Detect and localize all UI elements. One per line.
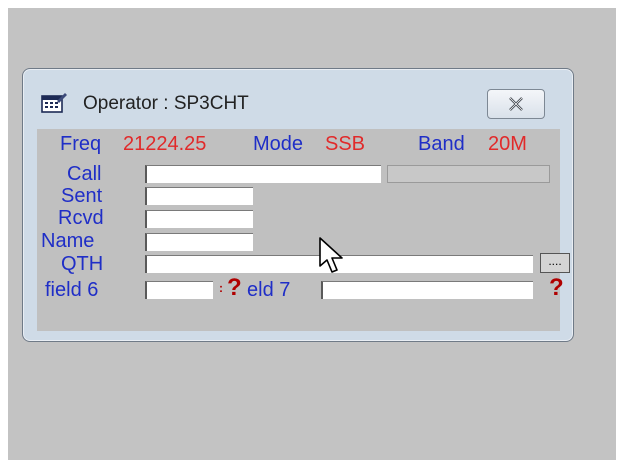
mouse-pointer-icon [319, 237, 343, 273]
name-label: Name [41, 230, 95, 252]
title-bar[interactable]: Operator : SP3CHT [23, 69, 573, 129]
rcvd-label: Rcvd [58, 207, 104, 229]
qth-browse-button[interactable]: .... [540, 253, 570, 273]
qth-label: QTH [61, 253, 104, 275]
call-label: Call [67, 163, 102, 185]
field6-help-icon[interactable]: ? [227, 276, 242, 300]
field7-label: eld 7 [247, 279, 291, 301]
close-icon [509, 97, 523, 111]
mode-value: SSB [325, 133, 366, 155]
field7-help-icon[interactable]: ? [549, 276, 564, 300]
sent-label: Sent [61, 185, 103, 207]
name-field[interactable] [145, 233, 253, 251]
rcvd-field[interactable] [145, 210, 253, 228]
field6-field[interactable] [145, 281, 213, 299]
close-button[interactable] [487, 89, 545, 119]
call-field[interactable] [145, 165, 381, 183]
call-info-box [387, 165, 550, 183]
field7-field[interactable] [321, 281, 533, 299]
freq-label: Freq [60, 133, 102, 155]
operator-window: Operator : SP3CHT Freq 21224.25 Mode SSB… [22, 68, 574, 342]
band-value: 20M [488, 133, 527, 155]
window-title: Operator : SP3CHT [83, 93, 249, 114]
entry-panel: Freq 21224.25 Mode SSB Band 20M Call Sen… [37, 129, 570, 331]
calendar-edit-icon [41, 93, 67, 113]
field6-label: field 6 [45, 279, 99, 301]
sent-field[interactable] [145, 187, 253, 205]
separator-colon: : [219, 281, 223, 295]
freq-value: 21224.25 [123, 133, 207, 155]
band-label: Band [418, 133, 465, 155]
mode-label: Mode [253, 133, 304, 155]
